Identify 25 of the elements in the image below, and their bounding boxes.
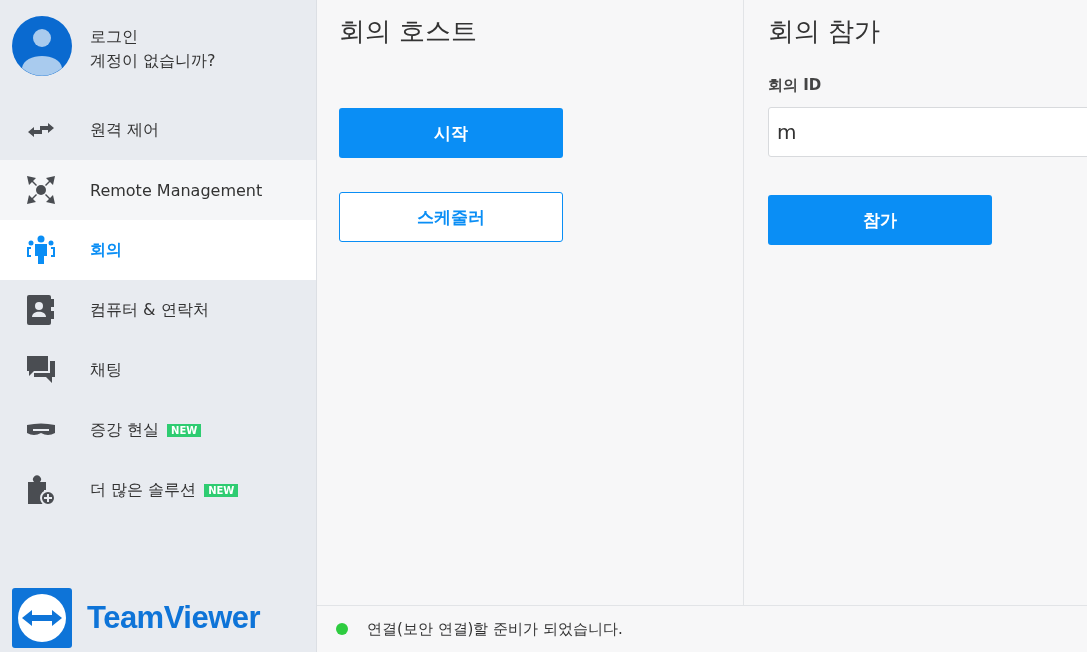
logo-icon bbox=[12, 588, 72, 648]
meeting-id-field[interactable]: m bbox=[768, 107, 1087, 157]
section-title: 회의 호스트 bbox=[339, 15, 479, 48]
puzzle-plus-icon bbox=[26, 474, 56, 506]
arrows-icon bbox=[26, 122, 56, 138]
nav-item[interactable]: 더 많은 솔루션 NEW bbox=[0, 460, 316, 520]
nav-item[interactable]: 원격 제어 bbox=[0, 100, 316, 160]
section-title: 회의 참가 bbox=[768, 15, 882, 48]
nav-item[interactable]: Remote Management bbox=[0, 160, 316, 220]
people-icon bbox=[26, 235, 56, 265]
field-label: 회의 ID bbox=[768, 76, 823, 95]
avatar-icon[interactable] bbox=[12, 16, 72, 76]
goggles-icon bbox=[26, 423, 56, 437]
brand-name: TeamViewer bbox=[87, 600, 261, 636]
contact-book-icon bbox=[26, 294, 56, 326]
nav-item[interactable]: 채팅 bbox=[0, 340, 316, 400]
chat-icon bbox=[26, 355, 56, 385]
nav-item[interactable]: 컴퓨터 & 연락처 bbox=[0, 280, 316, 340]
new-badge: NEW bbox=[167, 423, 202, 437]
expand-arrows-icon bbox=[26, 175, 56, 205]
status-text: 연결(보안 연결)할 준비가 되었습니다. bbox=[367, 619, 623, 639]
nav-item[interactable]: 증강 현실 NEW bbox=[0, 400, 316, 460]
login-link[interactable]: 로그인 bbox=[90, 25, 216, 49]
signup-link[interactable]: 계정이 없습니까? bbox=[90, 49, 216, 73]
new-badge: NEW bbox=[204, 483, 239, 497]
